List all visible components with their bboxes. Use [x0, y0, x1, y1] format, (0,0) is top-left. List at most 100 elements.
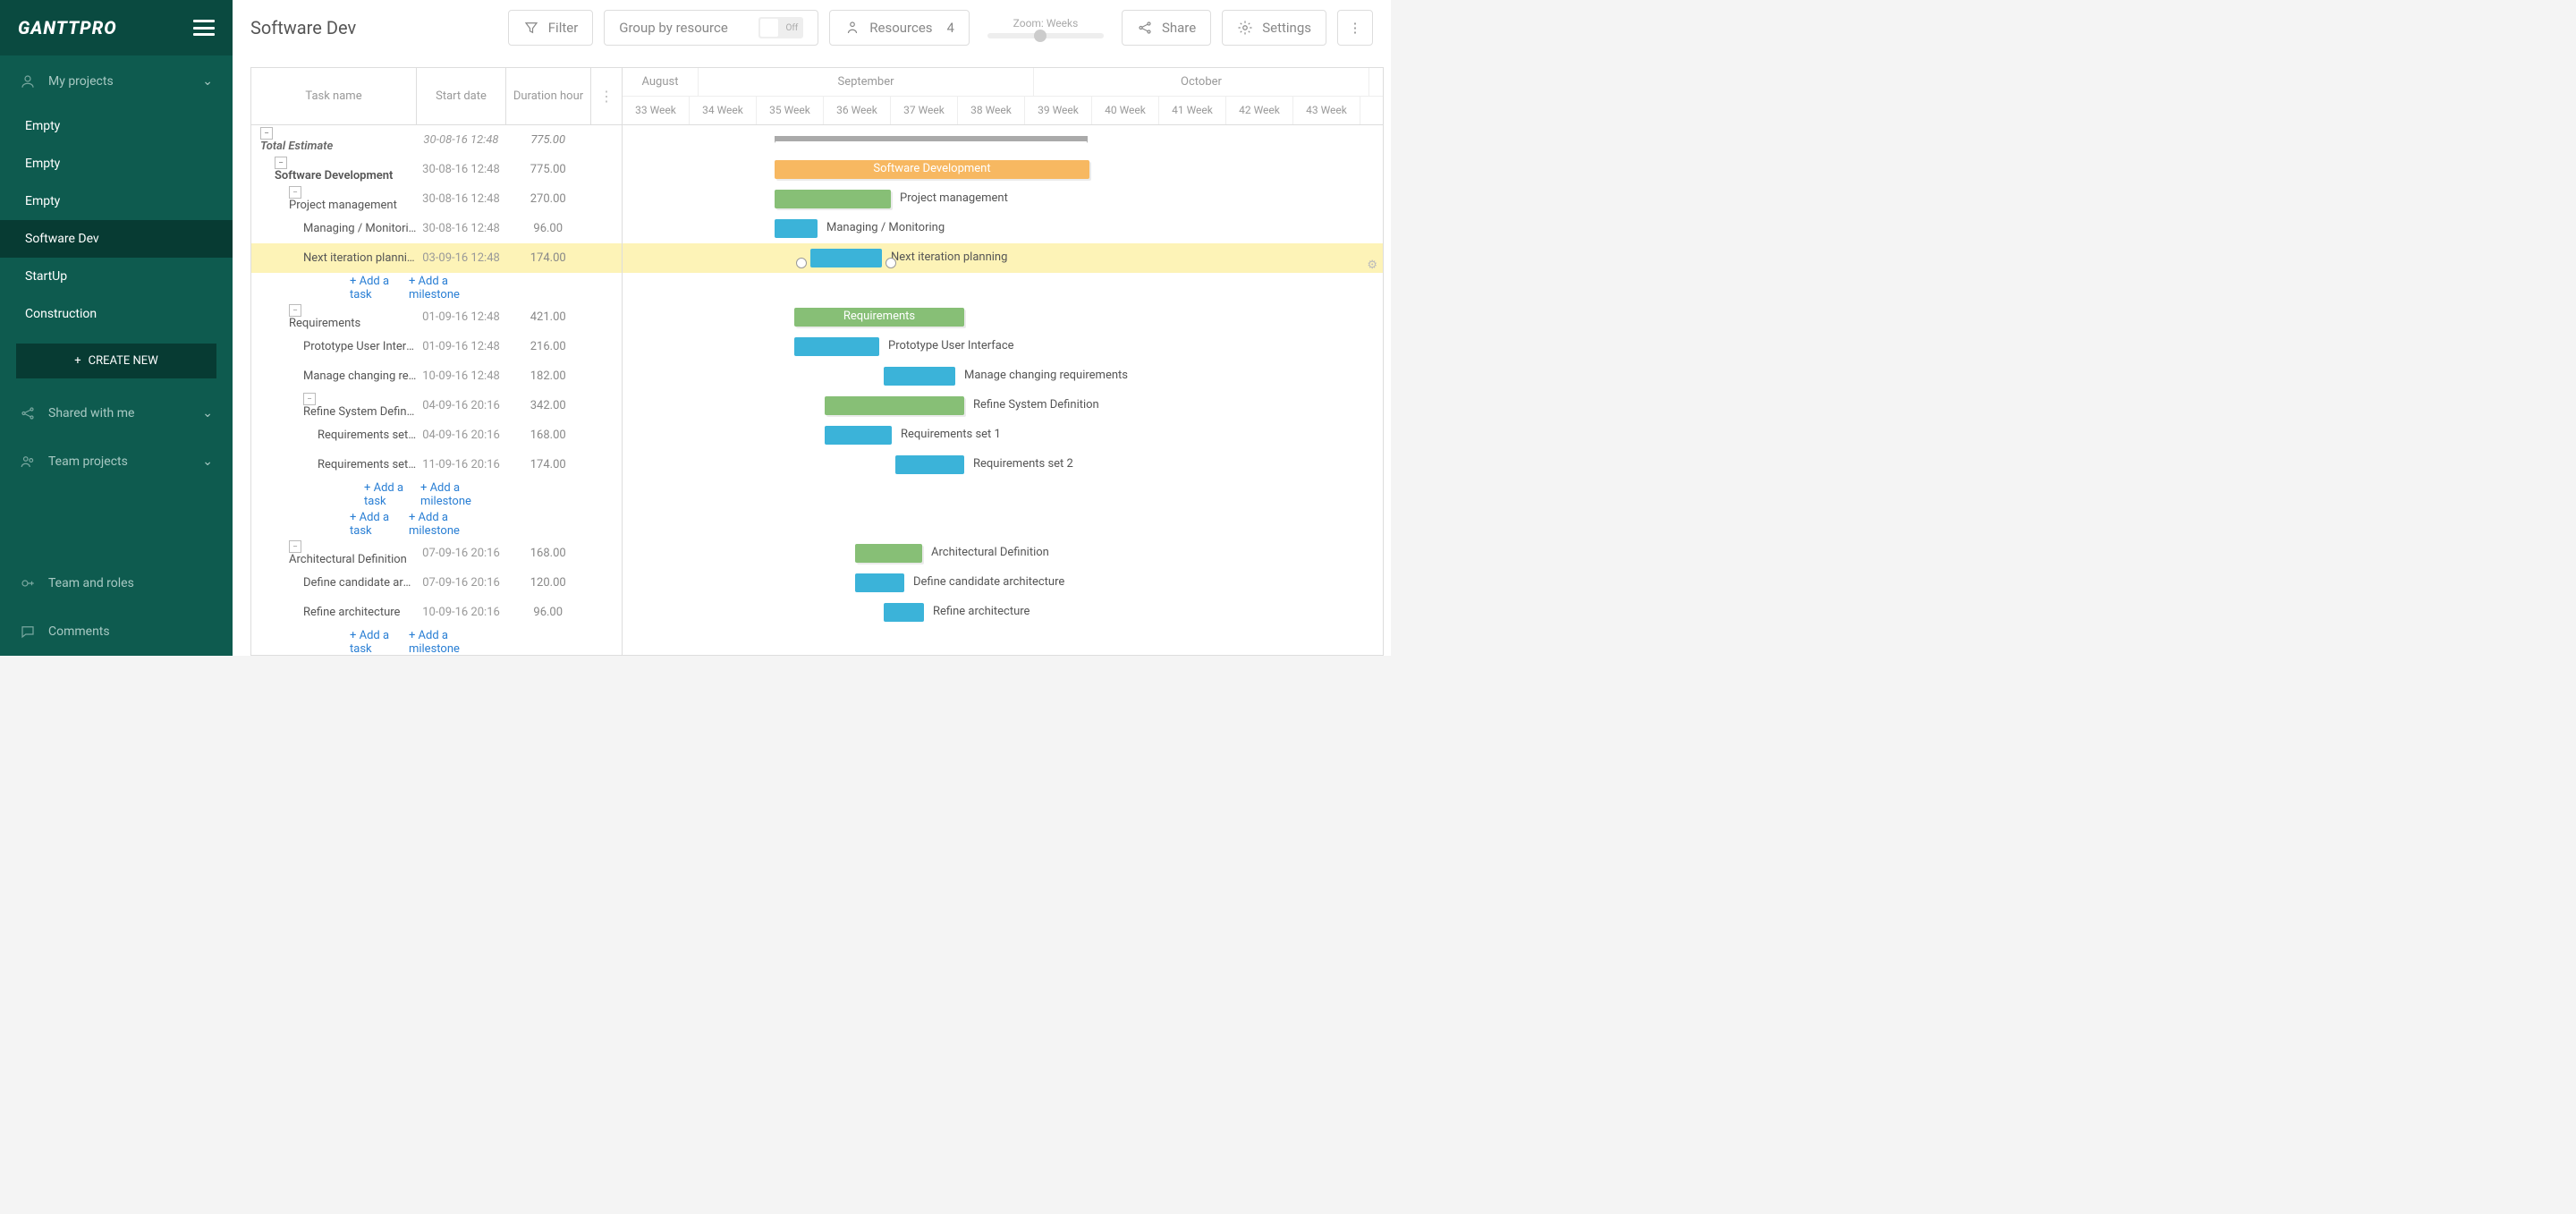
task-duration-cell[interactable]: 96.00 [505, 222, 590, 235]
sidebar-project-item[interactable]: Construction [0, 295, 233, 333]
task-name-cell[interactable]: Refine architecture [251, 606, 417, 619]
sidebar-project-item[interactable]: StartUp [0, 258, 233, 295]
task-start-cell[interactable]: 04-09-16 20:16 [417, 399, 506, 412]
hamburger-icon[interactable] [193, 20, 215, 36]
task-row[interactable]: −Total Estimate30-08-16 12:48775.00 [251, 125, 1383, 155]
gantt-bar[interactable]: Requirements set 1 [825, 426, 892, 445]
gantt-bar[interactable]: Define candidate architecture [855, 573, 904, 592]
collapse-toggle[interactable]: − [260, 127, 273, 140]
task-name-cell[interactable]: Define candidate architecture [251, 576, 417, 590]
zoom-slider[interactable] [987, 33, 1104, 38]
add-task-link[interactable]: + Add a task [350, 629, 394, 656]
filter-button[interactable]: Filter [508, 10, 594, 46]
task-duration-cell[interactable]: 96.00 [505, 606, 590, 619]
collapse-toggle[interactable]: − [289, 186, 301, 199]
task-start-cell[interactable]: 10-09-16 20:16 [417, 606, 506, 619]
add-task-link[interactable]: + Add a task [364, 481, 406, 508]
add-row[interactable]: + Add a task + Add a milestone [251, 480, 1383, 509]
task-name-cell[interactable]: Requirements set 1 [251, 429, 417, 442]
task-row[interactable]: Requirements set 211-09-16 20:16174.00Re… [251, 450, 1383, 480]
task-duration-cell[interactable]: 270.00 [505, 192, 590, 206]
gantt-bar[interactable] [775, 136, 1088, 141]
task-row[interactable]: Requirements set 104-09-16 20:16168.00Re… [251, 420, 1383, 450]
add-milestone-link[interactable]: + Add a milestone [409, 629, 473, 656]
add-task-link[interactable]: + Add a task [350, 275, 394, 301]
task-name-cell[interactable]: Next iteration planning [251, 251, 417, 265]
gantt-bar[interactable]: Refine architecture [884, 603, 924, 622]
task-duration-cell[interactable]: 168.00 [505, 547, 590, 560]
col-start-date[interactable]: Start date [417, 68, 506, 124]
task-row[interactable]: Refine architecture10-09-16 20:1696.00Re… [251, 598, 1383, 627]
add-row[interactable]: + Add a task + Add a milestone [251, 509, 1383, 539]
settings-button[interactable]: Settings [1222, 10, 1326, 46]
task-row[interactable]: −Architectural Definition07-09-16 20:161… [251, 539, 1383, 568]
task-name-cell[interactable]: Managing / Monitoring [251, 222, 417, 235]
task-row[interactable]: −Software Development30-08-16 12:48775.0… [251, 155, 1383, 184]
more-menu-button[interactable]: ⋮ [1337, 10, 1373, 46]
task-name-cell[interactable]: −Total Estimate [251, 127, 417, 153]
col-more-button[interactable]: ⋮ [591, 68, 623, 124]
task-start-cell[interactable]: 01-09-16 12:48 [417, 310, 506, 324]
add-row[interactable]: + Add a task + Add a milestone [251, 627, 1383, 655]
gantt-bar[interactable]: Project management [775, 190, 891, 208]
task-row[interactable]: −Requirements01-09-16 12:48421.00Require… [251, 302, 1383, 332]
task-duration-cell[interactable]: 775.00 [505, 163, 590, 176]
task-name-cell[interactable]: −Software Development [251, 157, 417, 183]
task-start-cell[interactable]: 03-09-16 12:48 [417, 251, 506, 265]
task-start-cell[interactable]: 11-09-16 20:16 [417, 458, 506, 471]
task-start-cell[interactable]: 30-08-16 12:48 [417, 222, 506, 235]
task-start-cell[interactable]: 10-09-16 12:48 [417, 369, 506, 383]
shared-with-me-section[interactable]: Shared with me ⌄ [0, 389, 233, 437]
collapse-toggle[interactable]: − [275, 157, 287, 169]
create-new-button[interactable]: + CREATE NEW [16, 344, 216, 378]
comments-link[interactable]: Comments [0, 607, 233, 656]
sidebar-project-item[interactable]: Empty [0, 107, 233, 145]
task-start-cell[interactable]: 01-09-16 12:48 [417, 340, 506, 353]
task-name-cell[interactable]: −Requirements [251, 304, 417, 330]
add-milestone-link[interactable]: + Add a milestone [420, 481, 481, 508]
resources-button[interactable]: Resources 4 [829, 10, 970, 46]
task-row[interactable]: Next iteration planning03-09-16 12:48174… [251, 243, 1383, 273]
gantt-bar[interactable]: Manage changing requirements [884, 367, 955, 386]
task-duration-cell[interactable]: 174.00 [505, 251, 590, 265]
task-duration-cell[interactable]: 775.00 [505, 133, 590, 147]
col-duration[interactable]: Duration hour [506, 68, 591, 124]
task-row[interactable]: Managing / Monitoring30-08-16 12:4896.00… [251, 214, 1383, 243]
group-toggle[interactable]: Off [758, 17, 803, 38]
task-duration-cell[interactable]: 182.00 [505, 369, 590, 383]
team-projects-section[interactable]: Team projects ⌄ [0, 437, 233, 486]
group-by-button[interactable]: Group by resource Off [604, 10, 818, 46]
task-name-cell[interactable]: Prototype User Interface [251, 340, 417, 353]
task-duration-cell[interactable]: 120.00 [505, 576, 590, 590]
task-row[interactable]: −Project management30-08-16 12:48270.00 P… [251, 184, 1383, 214]
add-milestone-link[interactable]: + Add a milestone [409, 511, 473, 538]
add-task-link[interactable]: + Add a task [350, 511, 394, 538]
share-button[interactable]: Share [1122, 10, 1211, 46]
task-name-cell[interactable]: Requirements set 2 [251, 458, 417, 471]
add-row[interactable]: + Add a task+ Add a milestone [251, 273, 1383, 302]
sidebar-project-item[interactable]: Empty [0, 145, 233, 183]
team-roles-link[interactable]: Team and roles [0, 559, 233, 607]
task-start-cell[interactable]: 30-08-16 12:48 [417, 192, 506, 206]
task-duration-cell[interactable]: 342.00 [505, 399, 590, 412]
task-name-cell[interactable]: −Project management [251, 186, 417, 212]
task-duration-cell[interactable]: 174.00 [505, 458, 590, 471]
task-row[interactable]: Prototype User Interface01-09-16 12:4821… [251, 332, 1383, 361]
task-row[interactable]: Manage changing requirements10-09-16 12:… [251, 361, 1383, 391]
my-projects-section[interactable]: My projects ⌄ [0, 55, 233, 107]
collapse-toggle[interactable]: − [289, 304, 301, 317]
task-duration-cell[interactable]: 168.00 [505, 429, 590, 442]
sidebar-project-item[interactable]: Software Dev [0, 220, 233, 258]
task-start-cell[interactable]: 04-09-16 20:16 [417, 429, 506, 442]
task-start-cell[interactable]: 07-09-16 20:16 [417, 547, 506, 560]
task-row[interactable]: Define candidate architecture07-09-16 20… [251, 568, 1383, 598]
task-name-cell[interactable]: −Architectural Definition [251, 540, 417, 566]
bar-handle-right[interactable] [886, 258, 896, 268]
task-start-cell[interactable]: 30-08-16 12:48 [417, 133, 506, 147]
task-name-cell[interactable]: Manage changing requirements [251, 369, 417, 383]
task-duration-cell[interactable]: 421.00 [505, 310, 590, 324]
gantt-bar[interactable]: Refine System Definition [825, 396, 964, 415]
task-name-cell[interactable]: −Refine System Definition [251, 393, 417, 419]
task-start-cell[interactable]: 07-09-16 20:16 [417, 576, 506, 590]
task-start-cell[interactable]: 30-08-16 12:48 [417, 163, 506, 176]
